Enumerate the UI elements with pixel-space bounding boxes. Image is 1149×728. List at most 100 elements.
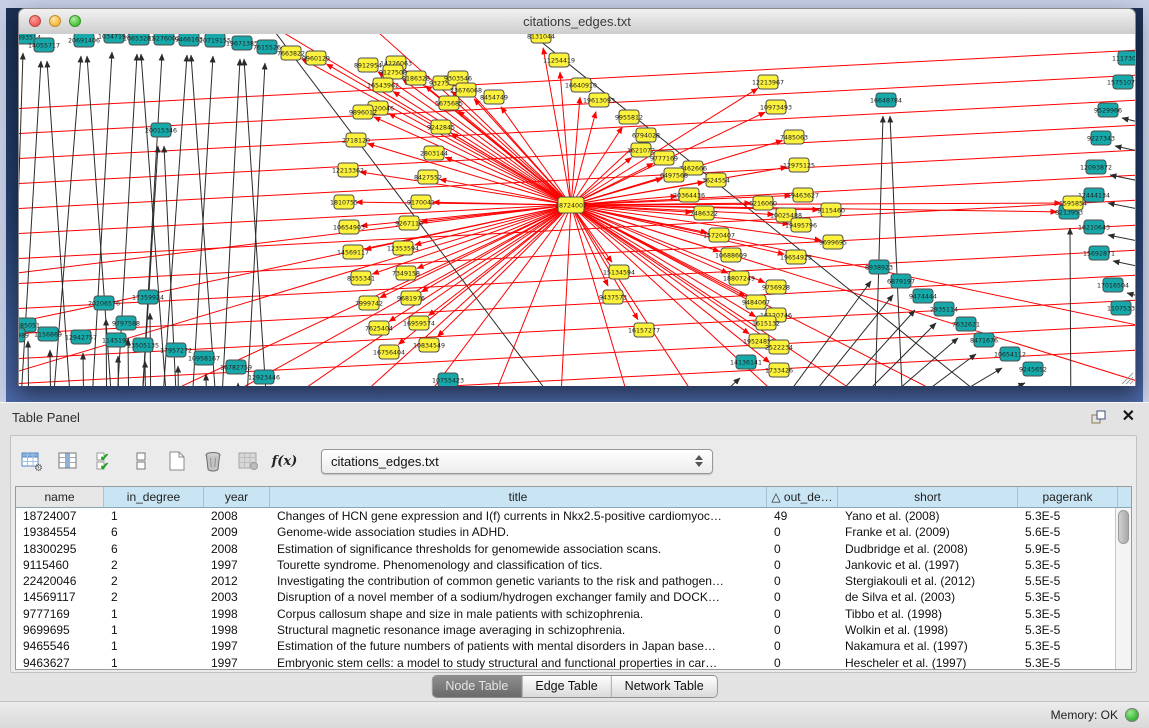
network-edge[interactable] [83, 353, 84, 386]
network-node[interactable]: 10688609 [715, 248, 747, 262]
network-edge[interactable] [890, 116, 904, 386]
table-row[interactable]: 946554611997Estimation of the future num… [16, 638, 1115, 654]
column-header-name[interactable]: name [16, 487, 104, 507]
network-node[interactable]: 9797588 [112, 316, 140, 330]
network-node[interactable]: 8912954 [354, 58, 382, 72]
network-node[interactable]: 9955812 [615, 110, 643, 124]
network-edge[interactable] [803, 310, 915, 386]
network-edge[interactable] [50, 350, 51, 386]
network-node[interactable]: 12975125 [783, 158, 815, 172]
new-table-icon[interactable] [163, 449, 190, 473]
network-edge[interactable] [178, 366, 179, 386]
network-node[interactable]: 9960129 [302, 51, 330, 65]
network-edge[interactable] [1115, 146, 1135, 160]
network-node[interactable]: 8471676 [970, 333, 998, 347]
column-header-in_degree[interactable]: in_degree [104, 487, 204, 507]
table-selector-dropdown[interactable]: citations_edges.txt [321, 449, 713, 474]
network-edge[interactable] [415, 205, 571, 245]
table-row[interactable]: 946362711997Embryonic stem cells: a mode… [16, 655, 1115, 669]
network-node[interactable]: 2718120 [342, 133, 370, 147]
table-row[interactable]: 1830029562008Estimation of significance … [16, 541, 1115, 557]
network-node[interactable]: 15751074 [1107, 75, 1135, 89]
network-edge[interactable] [19, 223, 1135, 284]
network-edge[interactable] [1108, 203, 1135, 217]
network-node[interactable]: 9242845 [427, 120, 455, 134]
network-node[interactable]: 15720407 [703, 228, 735, 242]
network-node[interactable]: 9267110 [395, 216, 423, 230]
delete-table-icon[interactable] [199, 449, 226, 473]
column-header-short[interactable]: short [838, 487, 1018, 507]
table-row[interactable]: 1456911722003Disruption of a novel membe… [16, 589, 1115, 605]
network-edge[interactable] [571, 205, 1135, 386]
column-header-title[interactable]: title [270, 487, 767, 507]
network-node[interactable]: 10834549 [413, 338, 445, 352]
network-node[interactable]: 19613093 [583, 93, 615, 107]
network-edge[interactable] [1070, 228, 1071, 386]
network-node[interactable]: 2803144 [420, 146, 448, 160]
network-node[interactable]: 7632621 [952, 317, 980, 331]
network-node[interactable]: 20691406 [68, 34, 100, 47]
network-node[interactable]: 16756404 [373, 345, 405, 359]
network-edge[interactable] [189, 56, 213, 386]
network-edge[interactable] [571, 205, 784, 254]
network-node[interactable]: 19463627 [787, 188, 819, 202]
network-node[interactable]: 7485063 [780, 130, 808, 144]
network-node[interactable]: 10654903 [333, 220, 365, 234]
network-edge[interactable] [452, 91, 571, 205]
network-node[interactable]: 7999742 [355, 296, 383, 310]
network-node[interactable]: 9437573 [599, 290, 627, 304]
network-node[interactable]: 12942757 [65, 330, 97, 344]
network-edge[interactable] [451, 133, 571, 205]
network-edge[interactable] [374, 117, 571, 205]
network-node[interactable]: 1733426 [765, 363, 793, 377]
rows-icon[interactable] [127, 449, 154, 473]
network-edge[interactable] [206, 374, 207, 386]
network-node[interactable]: 17016504 [1097, 278, 1129, 292]
network-node[interactable]: 6497568 [660, 168, 688, 182]
column-header-out_de[interactable]: △ out_de… [767, 487, 838, 507]
table-row[interactable]: 1872400712008Changes of HCN gene express… [16, 508, 1115, 524]
network-node[interactable]: 9777169 [650, 151, 678, 165]
table-row[interactable]: 1938455462009Genome-wide association stu… [16, 524, 1115, 540]
network-node[interactable]: 6794028 [632, 128, 660, 142]
network-node[interactable]: 10654112 [994, 347, 1026, 361]
network-edge[interactable] [372, 205, 571, 274]
network-node[interactable]: 16648784 [870, 93, 902, 107]
network-node[interactable]: 14136141 [730, 355, 762, 369]
network-node[interactable]: 8131044 [527, 34, 555, 43]
network-edge[interactable] [571, 127, 622, 205]
network-node[interactable]: 2935114 [930, 302, 958, 316]
network-node[interactable]: 13505135 [127, 338, 159, 352]
column-visibility-icon[interactable] [55, 449, 82, 473]
scrollbar-thumb[interactable] [1118, 510, 1129, 544]
network-node[interactable]: 1156869 [34, 327, 62, 341]
vertical-scrollbar[interactable] [1115, 508, 1131, 669]
tab-network-table[interactable]: Network Table [612, 676, 717, 697]
network-node[interactable]: 9227343 [1087, 131, 1115, 145]
network-edge[interactable] [825, 323, 936, 386]
network-edge[interactable] [238, 383, 239, 386]
close-panel-icon[interactable]: ✕ [1122, 410, 1135, 424]
network-node[interactable]: 8427552 [414, 170, 442, 184]
network-node[interactable]: 9756928 [762, 280, 790, 294]
network-node[interactable]: 6216060 [749, 196, 777, 210]
network-edge[interactable] [869, 354, 976, 386]
float-panel-icon[interactable] [1090, 410, 1106, 425]
table-row[interactable]: 911546021997Tourette syndrome. Phenomeno… [16, 557, 1115, 573]
memory-status-dot[interactable] [1125, 708, 1139, 722]
network-node[interactable]: 9681976 [397, 291, 425, 305]
network-edge[interactable] [1110, 175, 1135, 189]
network-node[interactable]: 9170041 [407, 195, 435, 209]
network-node[interactable]: 1145194 [102, 333, 130, 347]
network-node[interactable]: 8355341 [347, 271, 375, 285]
network-node[interactable]: 11173067 [1112, 51, 1135, 65]
tab-edge-table[interactable]: Edge Table [522, 676, 611, 697]
network-node[interactable]: 5675685 [435, 96, 463, 110]
network-node[interactable]: 9896012 [349, 105, 377, 119]
select-rows-icon[interactable]: ✔ ✔ [91, 449, 118, 473]
network-edge[interactable] [458, 111, 571, 205]
table-row[interactable]: 2242004622012Investigating the contribut… [16, 573, 1115, 589]
network-node[interactable]: 18724007 [555, 197, 587, 213]
network-node[interactable]: 14569117 [337, 245, 369, 259]
network-edge[interactable] [559, 205, 571, 386]
